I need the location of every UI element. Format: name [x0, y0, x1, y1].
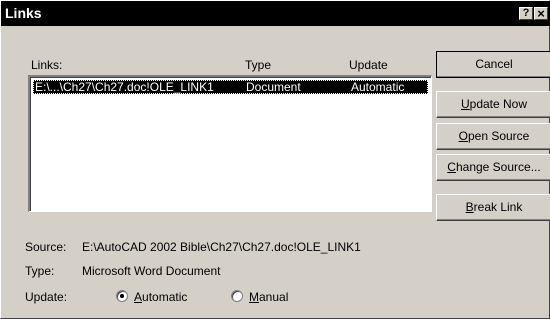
- manual-radio[interactable]: [231, 290, 243, 302]
- close-button[interactable]: ×: [534, 7, 548, 20]
- automatic-mnemonic: A: [134, 290, 143, 304]
- links-listbox[interactable]: E:\...\Ch27\Ch27.doc!OLE_LINK1 Document …: [28, 75, 432, 212]
- link-update-mode: Automatic: [351, 80, 405, 94]
- type-label: Type:: [25, 264, 55, 278]
- update-column-header: Update: [349, 58, 388, 72]
- update-now-mnemonic: U: [460, 97, 470, 111]
- automatic-radio-label[interactable]: Automatic: [134, 290, 187, 304]
- help-button[interactable]: ?: [519, 7, 533, 20]
- manual-radio-label[interactable]: Manual: [249, 290, 288, 304]
- change-source-mnemonic: C: [447, 160, 456, 174]
- cancel-button[interactable]: Cancel: [436, 51, 550, 78]
- automatic-radio[interactable]: [116, 290, 128, 302]
- manual-mnemonic: M: [249, 290, 259, 304]
- break-link-mnemonic: B: [465, 200, 474, 214]
- links-dialog: Links ? × Links: Type Update E:\...\Ch27…: [0, 0, 550, 319]
- change-source-label: hange Source...: [455, 160, 541, 174]
- open-source-button[interactable]: Open Source: [436, 123, 550, 150]
- link-type: Document: [246, 80, 301, 94]
- manual-label-text: anual: [259, 290, 289, 304]
- break-link-button[interactable]: Break Link: [436, 194, 550, 221]
- break-link-label: reak Link: [473, 200, 523, 214]
- list-item[interactable]: E:\...\Ch27\Ch27.doc!OLE_LINK1 Document …: [33, 80, 428, 94]
- source-value: E:\AutoCAD 2002 Bible\Ch27\Ch27.doc!OLE_…: [82, 240, 361, 254]
- open-source-label: pen Source: [467, 129, 530, 143]
- window-title: Links: [5, 5, 42, 21]
- title-bar[interactable]: Links ? ×: [1, 1, 550, 26]
- link-path: E:\...\Ch27\Ch27.doc!OLE_LINK1: [35, 80, 214, 94]
- update-now-label: pdate Now: [469, 97, 528, 111]
- links-column-header: Links:: [31, 58, 63, 72]
- update-now-button[interactable]: Update Now: [436, 91, 550, 118]
- automatic-label-text: utomatic: [142, 290, 188, 304]
- type-column-header: Type: [245, 58, 272, 72]
- change-source-button[interactable]: Change Source...: [436, 154, 550, 181]
- source-label: Source:: [25, 240, 67, 254]
- type-value: Microsoft Word Document: [82, 264, 221, 278]
- open-source-mnemonic: O: [458, 129, 468, 143]
- radio-selected-dot: [120, 294, 124, 298]
- update-label: Update:: [25, 290, 68, 304]
